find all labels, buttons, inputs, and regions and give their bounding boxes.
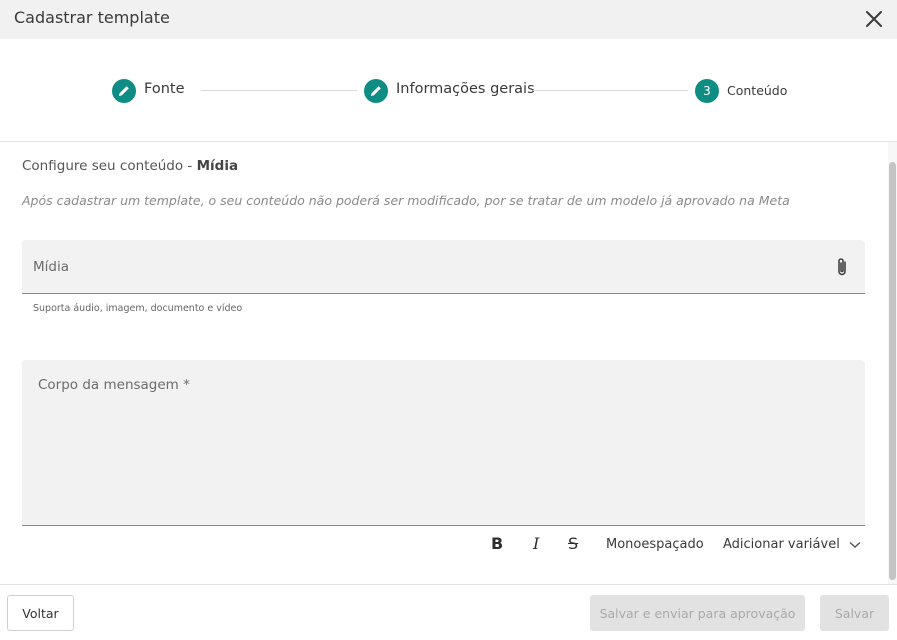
step-number-3: 3 — [695, 79, 719, 103]
media-field[interactable]: Mídia — [22, 240, 865, 294]
section-title-prefix: Configure seu conteúdo - — [22, 158, 197, 174]
content-hint: Após cadastrar um template, o seu conteú… — [22, 193, 790, 208]
italic-button[interactable]: I — [533, 534, 539, 553]
step-label-informacoes-gerais: Informações gerais — [396, 81, 535, 97]
message-body-placeholder: Corpo da mensagem * — [38, 377, 190, 393]
back-button[interactable]: Voltar — [7, 595, 74, 631]
step-info-pencil-icon — [364, 79, 388, 103]
dialog-content: Configure seu conteúdo - Mídia Após cada… — [0, 142, 888, 584]
save-button[interactable]: Salvar — [820, 595, 889, 631]
step-fonte-pencil-icon — [112, 79, 136, 103]
step-connector — [201, 90, 357, 91]
dialog-footer: Voltar Salvar e enviar para aprovação Sa… — [0, 584, 897, 640]
message-body-field[interactable]: Corpo da mensagem * — [22, 360, 865, 526]
step-label-fonte: Fonte — [144, 81, 185, 97]
dialog-title: Cadastrar template — [14, 8, 170, 27]
bold-button[interactable]: B — [491, 534, 503, 553]
step-connector — [533, 90, 688, 91]
stepper: Fonte Informações gerais 3 Conteúdo — [0, 39, 897, 142]
step-label-conteudo: Conteúdo — [727, 83, 788, 98]
strikethrough-button[interactable]: S — [568, 534, 578, 553]
media-field-label: Mídia — [33, 259, 69, 275]
scrollbar-thumb[interactable] — [889, 162, 896, 580]
scrollbar[interactable] — [888, 142, 897, 584]
section-type: Mídia — [196, 158, 239, 174]
paperclip-icon[interactable] — [833, 256, 851, 278]
section-title: Configure seu conteúdo - Mídia — [22, 158, 238, 174]
save-and-submit-button[interactable]: Salvar e enviar para aprovação — [590, 595, 805, 631]
monospace-button[interactable]: Monoespaçado — [606, 537, 704, 552]
dialog-header: Cadastrar template — [0, 0, 897, 39]
add-variable-dropdown[interactable]: Adicionar variável — [723, 537, 861, 552]
add-variable-label: Adicionar variável — [723, 537, 840, 552]
media-help-text: Suporta áudio, imagem, documento e vídeo — [33, 303, 243, 314]
chevron-down-icon — [849, 541, 861, 548]
close-icon[interactable] — [865, 10, 883, 28]
